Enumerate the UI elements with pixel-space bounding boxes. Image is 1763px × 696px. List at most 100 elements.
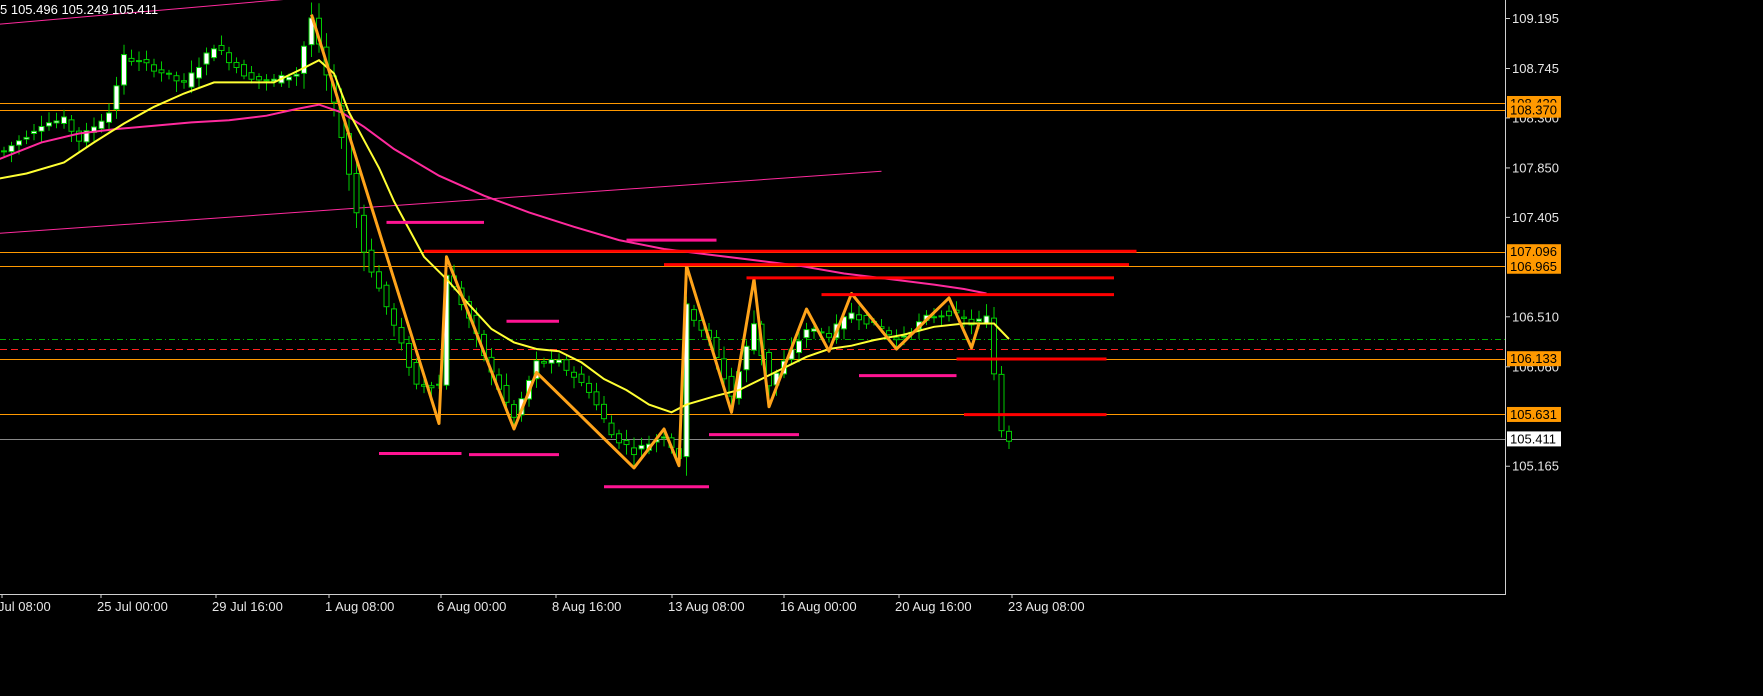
candle-body: [601, 403, 607, 420]
candle-body: [391, 308, 397, 326]
candle-body: [8, 145, 15, 153]
candle-body: [976, 318, 982, 322]
candle-body: [961, 316, 967, 319]
candle-body: [541, 361, 547, 364]
candle-body: [158, 69, 165, 74]
price-level-tag-label: 108.370: [1510, 103, 1557, 118]
candle-body: [608, 422, 615, 436]
candle-body: [68, 119, 75, 132]
candle-body: [31, 130, 37, 134]
candle-body: [113, 85, 120, 110]
candle-body: [61, 116, 67, 124]
candle-body: [46, 122, 52, 127]
candle-body: [383, 284, 390, 308]
candle-body: [886, 330, 892, 336]
candle-body: [23, 136, 30, 140]
candle-body: [173, 75, 180, 82]
time-tick-label: 23 Aug 08:00: [1008, 599, 1085, 614]
candle-body: [136, 60, 142, 63]
candle-body: [593, 391, 600, 406]
candle-body: [1, 150, 7, 153]
candle-body: [16, 140, 22, 146]
price-level-tag-label: 107.096: [1510, 244, 1557, 259]
candle-body: [233, 62, 240, 69]
price-level-tag-label: 105.631: [1510, 407, 1557, 422]
candle-body: [863, 314, 870, 325]
candle-body: [901, 335, 907, 338]
candle-body: [98, 120, 105, 130]
price-chart[interactable]: 109.195108.745108.300107.850107.405106.5…: [0, 0, 1763, 696]
candle-body: [128, 57, 135, 62]
candle-body: [826, 333, 832, 338]
candle-body: [803, 329, 810, 339]
candle-body: [556, 359, 562, 364]
candle-body: [511, 404, 517, 418]
candle-body: [143, 59, 150, 64]
candle-body: [721, 358, 727, 380]
candle-body: [293, 73, 300, 77]
candle-body: [248, 72, 255, 80]
candle-body: [256, 76, 262, 81]
candle-body: [931, 316, 937, 319]
price-tick-label: 105.165: [1512, 459, 1559, 474]
candle-body: [376, 271, 382, 289]
candle-body: [398, 327, 405, 344]
time-tick-label: 16 Aug 00:00: [780, 599, 857, 614]
price-tick-label: 109.195: [1512, 11, 1559, 26]
candle-body: [211, 48, 217, 59]
time-tick-label: 6 Aug 00:00: [437, 599, 506, 614]
candle-body: [38, 125, 45, 132]
candle-body: [406, 342, 412, 368]
candle-body: [563, 359, 570, 371]
candle-body: [638, 444, 645, 450]
time-tick-label: 13 Aug 08:00: [668, 599, 745, 614]
candle-body: [188, 72, 195, 88]
time-tick-label: 8 Aug 16:00: [552, 599, 621, 614]
price-level-tag-label: 106.965: [1510, 259, 1557, 274]
candle-body: [586, 382, 592, 393]
time-tick-label: Jul 08:00: [0, 599, 51, 614]
candle-body: [848, 312, 855, 320]
candle-body: [53, 120, 60, 124]
candle-body: [691, 309, 697, 321]
chart-background: [0, 0, 1763, 696]
candle-body: [796, 340, 802, 354]
candle-body: [946, 310, 952, 317]
candle-body: [196, 66, 202, 79]
price-tick-label: 107.850: [1512, 160, 1559, 175]
candle-body: [413, 362, 420, 385]
candle-body: [503, 384, 510, 403]
current-price-tag-label: 105.411: [1510, 431, 1556, 446]
candle-body: [616, 433, 622, 444]
candle-body: [106, 112, 112, 123]
time-tick-label: 29 Jul 16:00: [212, 599, 283, 614]
time-tick-label: 25 Jul 00:00: [97, 599, 168, 614]
candle-body: [286, 76, 292, 81]
price-tick-label: 108.745: [1512, 61, 1559, 76]
candle-body: [353, 172, 360, 214]
candle-body: [368, 249, 375, 273]
candle-body: [181, 80, 187, 83]
price-tick-label: 106.510: [1512, 309, 1559, 324]
candle-body: [938, 315, 945, 318]
candle-body: [203, 52, 210, 65]
candle-body: [428, 385, 435, 389]
candle-body: [578, 373, 585, 383]
candle-body: [263, 79, 270, 82]
candle-body: [121, 54, 127, 86]
candle-body: [1006, 430, 1012, 442]
candle-body: [361, 214, 367, 253]
candle-body: [548, 359, 555, 364]
candle-body: [893, 337, 900, 341]
candle-body: [151, 64, 157, 72]
price-level-tag-label: 106.133: [1510, 351, 1557, 366]
candle-body: [166, 72, 172, 75]
price-tick-label: 107.405: [1512, 210, 1559, 225]
time-tick-label: 1 Aug 08:00: [325, 599, 394, 614]
time-tick-label: 20 Aug 16:00: [895, 599, 972, 614]
candle-body: [751, 323, 757, 351]
candle-body: [571, 371, 577, 378]
candle-body: [241, 64, 247, 77]
candle-body: [856, 314, 862, 321]
candle-body: [998, 373, 1005, 432]
